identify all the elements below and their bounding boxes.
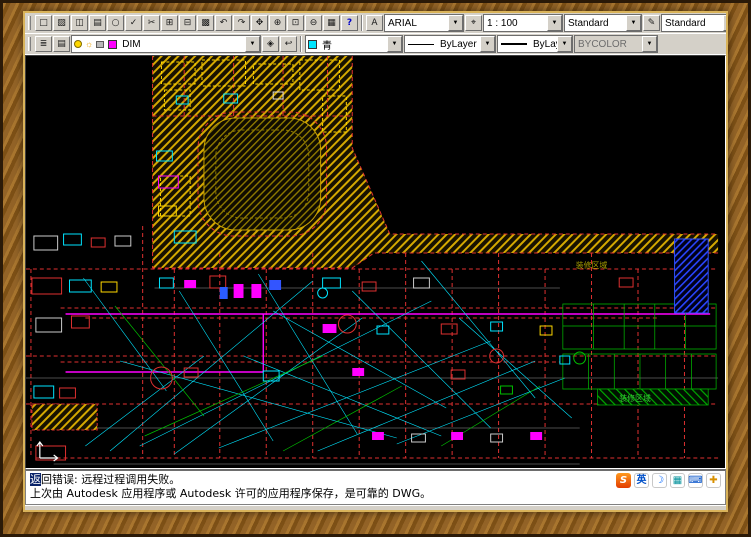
dim-style-value: Standard [568,17,609,29]
current-color-name: 青 [322,40,332,52]
chevron-down-icon[interactable]: ▼ [557,36,572,52]
zoom-previous-icon[interactable]: ⊖ [305,15,322,31]
soft-keyboard-icon[interactable]: ⌨ [688,473,703,488]
sogou-logo-icon[interactable]: S [616,473,631,488]
command-line-window[interactable]: 返回错误: 远程过程调用失败。 上次由 Autodesk 应用程序或 Autod… [25,469,726,505]
make-layer-current-icon[interactable]: ◈ [262,36,279,52]
layer-thaw-sun-icon[interactable]: ☼ [85,39,93,49]
command-line-2: 上次由 Autodesk 应用程序或 Autodesk 许可的应用程序保存，是可… [30,487,432,500]
toolbar-grip[interactable] [28,16,31,30]
cad-drawing[interactable]: 装修区域 装修区域 [26,56,725,468]
current-layer-name: DIM [122,38,141,50]
layer-lock-icon[interactable] [96,40,105,48]
text-style-combo[interactable]: ARIAL ▼ [384,14,464,32]
lineweight-combo[interactable]: ByLayer ▼ [497,35,573,53]
zoom-realtime-icon[interactable]: ⊕ [269,15,286,31]
layer-previous-icon[interactable]: ↩ [280,36,297,52]
open-file-icon[interactable]: ▨ [53,15,70,31]
layers-properties-toolbar: ≣ ▤ ☼ DIM ▼ ◈ ↩ 青 ▼ ByLayer ▼ ByLa ▼ BYC… [25,34,726,55]
canvas-background [26,56,725,468]
lineweight-value: ByLayer [533,38,557,50]
toolbar-separator [361,15,363,31]
linetype-sample-icon [408,43,434,45]
cut-icon[interactable]: ✂ [143,15,160,31]
standard-toolbar-icons: □ ▨ ◫ ▤ ○ ✓ ✂ ⊞ ⊟ ▩ ↶ ↷ ✥ ⊕ ⊡ ⊖ ▦ ? [35,15,358,31]
dim-style-icon[interactable]: ⌖ [465,15,482,31]
input-method-tray: S 英 ☽ ▦ ⌨ ✚ [616,473,721,488]
annotation-style-icon[interactable]: ✎ [643,15,660,31]
chevron-down-icon: ▼ [642,36,657,52]
layer-color-swatch[interactable] [108,39,118,49]
input-board-icon[interactable]: ▦ [670,473,685,488]
layer-tool-icons: ≣ ▤ [35,36,70,52]
lineweight-sample-icon [501,43,527,45]
save-icon[interactable]: ◫ [71,15,88,31]
text-style-icon[interactable]: A [366,15,383,31]
layers-icon[interactable]: ≣ [35,36,52,52]
toolbar-separator [300,36,302,52]
selected-text: 返 [30,473,41,486]
chevron-down-icon[interactable]: ▼ [480,36,495,52]
plotstyle-value: BYCOLOR [578,38,627,50]
match-properties-icon[interactable]: ▩ [197,15,214,31]
new-file-icon[interactable]: □ [35,15,52,31]
standard-toolbar: □ ▨ ◫ ▤ ○ ✓ ✂ ⊞ ⊟ ▩ ↶ ↷ ✥ ⊕ ⊡ ⊖ ▦ ? A AR… [25,13,726,34]
chevron-down-icon[interactable]: ▼ [387,36,402,52]
input-lang-icon[interactable]: 英 [634,473,649,488]
zoom-window-icon[interactable]: ⊡ [287,15,304,31]
input-moon-icon[interactable]: ☽ [652,473,667,488]
chevron-down-icon[interactable]: ▼ [626,15,641,31]
zone-label-lower: 装修区域 [619,393,651,403]
layer-action-icons: ◈ ↩ [262,36,297,52]
linetype-combo[interactable]: ByLayer ▼ [404,35,496,53]
green-hatch-zone [597,388,709,406]
chevron-down-icon[interactable]: ▼ [245,36,260,52]
current-color-swatch[interactable] [308,39,317,49]
window-bottom-edge [25,505,726,510]
scale-combo[interactable]: 1 : 100 ▼ [483,14,563,32]
autocad-window: □ ▨ ◫ ▤ ○ ✓ ✂ ⊞ ⊟ ▩ ↶ ↷ ✥ ⊕ ⊡ ⊖ ▦ ? A AR… [23,11,728,512]
color-combo[interactable]: 青 ▼ [305,35,403,53]
linetype-value: ByLayer [440,38,477,50]
paste-icon[interactable]: ⊟ [179,15,196,31]
blue-hatch-zone [674,238,709,314]
scale-value: 1 : 100 [487,17,518,29]
undo-icon[interactable]: ↶ [215,15,232,31]
current-standard-value: Standard [665,17,706,29]
text-style-value: ARIAL [388,17,417,29]
print-icon[interactable]: ▤ [89,15,106,31]
zone-label-upper: 装修区域 [576,260,608,270]
layer-combo[interactable]: ☼ DIM ▼ [71,35,261,53]
drawing-viewport[interactable]: 装修区域 装修区域 [25,55,726,469]
input-tools-icon[interactable]: ✚ [706,473,721,488]
pan-icon[interactable]: ✥ [251,15,268,31]
picture-frame: □ ▨ ◫ ▤ ○ ✓ ✂ ⊞ ⊟ ▩ ↶ ↷ ✥ ⊕ ⊡ ⊖ ▦ ? A AR… [0,0,751,537]
print-preview-icon[interactable]: ○ [107,15,124,31]
current-standard-combo[interactable]: Standard ▼ [661,14,726,32]
chevron-down-icon[interactable]: ▼ [547,15,562,31]
plotstyle-combo: BYCOLOR ▼ [574,35,658,53]
dim-style-standard-combo[interactable]: Standard ▼ [564,14,642,32]
redo-icon[interactable]: ↷ [233,15,250,31]
chevron-down-icon[interactable]: ▼ [723,15,726,31]
properties-icon[interactable]: ▦ [323,15,340,31]
toolbar-grip[interactable] [28,37,31,51]
spelling-icon[interactable]: ✓ [125,15,142,31]
chevron-down-icon[interactable]: ▼ [448,15,463,31]
layer-on-bulb-icon[interactable] [74,40,82,48]
copy-icon[interactable]: ⊞ [161,15,178,31]
yellow-hatch-small-zone [31,403,98,431]
autocad-help-icon[interactable]: ? [341,15,358,31]
layer-manager-icon[interactable]: ▤ [53,36,70,52]
